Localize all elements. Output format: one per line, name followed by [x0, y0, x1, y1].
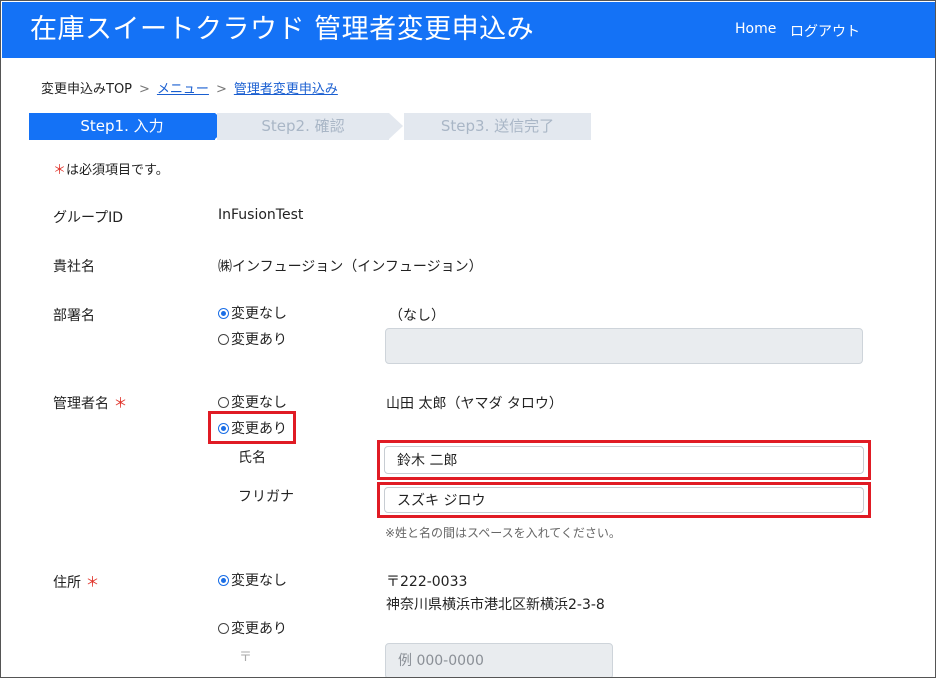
- admin-name-input[interactable]: [384, 446, 864, 474]
- department-no-change-radio[interactable]: 変更なし: [218, 304, 287, 322]
- admin-kana-input[interactable]: [384, 487, 864, 513]
- department-label: 部署名: [53, 308, 95, 324]
- admin-name-change-radio[interactable]: 変更あり: [218, 419, 287, 437]
- zip-input[interactable]: [385, 643, 613, 677]
- admin-kana-field-label: フリガナ: [238, 489, 294, 505]
- group-id-value: InFusionTest: [218, 207, 304, 223]
- department-input[interactable]: [385, 328, 863, 364]
- required-note: ＊は必須項目です。: [53, 159, 169, 178]
- zip-mark: 〒: [239, 650, 253, 665]
- radio-checked-icon: [218, 307, 229, 319]
- breadcrumb: 変更申込みTOP > メニュー > 管理者変更申込み: [41, 78, 338, 97]
- address-change-radio[interactable]: 変更あり: [218, 619, 287, 637]
- page-title: 在庫スイートクラウド 管理者変更申込み: [30, 14, 535, 45]
- admin-name-no-change-radio[interactable]: 変更なし: [218, 393, 287, 411]
- breadcrumb-current-link[interactable]: 管理者変更申込み: [234, 82, 338, 97]
- app-header: 在庫スイートクラウド 管理者変更申込み Home ログアウト: [2, 2, 935, 58]
- address-current-zip: 〒222-0033: [386, 574, 468, 590]
- app-frame: 在庫スイートクラウド 管理者変更申込み Home ログアウト 変更申込みTOP >…: [0, 0, 936, 678]
- department-change-radio[interactable]: 変更あり: [218, 330, 287, 348]
- breadcrumb-menu-link[interactable]: メニュー: [157, 82, 209, 97]
- admin-name-field-label: 氏名: [238, 450, 266, 466]
- nav-home-link[interactable]: Home: [735, 21, 776, 37]
- group-id-label: グループID: [53, 210, 124, 226]
- step-2: Step2. 確認: [217, 113, 403, 140]
- admin-name-current-value: 山田 太郎（ヤマダ タロウ）: [386, 396, 563, 412]
- company-value: ㈱インフュージョン（インフュージョン）: [218, 259, 483, 275]
- breadcrumb-separator: >: [139, 82, 150, 97]
- breadcrumb-separator: >: [215, 82, 227, 97]
- company-label: 貴社名: [53, 259, 95, 275]
- required-note-text: は必須項目です。: [66, 163, 169, 178]
- breadcrumb-top: 変更申込みTOP: [41, 82, 133, 97]
- required-star: ＊: [85, 575, 100, 591]
- radio-unchecked-icon: [218, 396, 229, 408]
- address-no-change-radio[interactable]: 変更なし: [218, 571, 287, 589]
- step-indicator: Step1. 入力 Step2. 確認 Step3. 送信完了: [29, 113, 609, 140]
- radio-checked-icon: [218, 574, 229, 586]
- address-current-value: 神奈川県横浜市港北区新横浜2-3-8: [386, 597, 605, 613]
- department-current-value: （なし）: [389, 308, 445, 324]
- radio-unchecked-icon: [218, 622, 229, 634]
- admin-name-label: 管理者名 ＊: [53, 396, 128, 412]
- nav-logout-link[interactable]: ログアウト: [790, 21, 860, 41]
- step-3: Step3. 送信完了: [404, 113, 591, 140]
- radio-unchecked-icon: [218, 333, 229, 345]
- admin-name-hint: ※姓と名の間はスペースを入れてください。: [385, 526, 621, 540]
- step-1-active: Step1. 入力: [29, 113, 229, 140]
- required-star: ＊: [113, 396, 128, 412]
- radio-checked-icon: [218, 422, 229, 434]
- address-label: 住所 ＊: [53, 575, 100, 591]
- required-star: ＊: [53, 163, 67, 178]
